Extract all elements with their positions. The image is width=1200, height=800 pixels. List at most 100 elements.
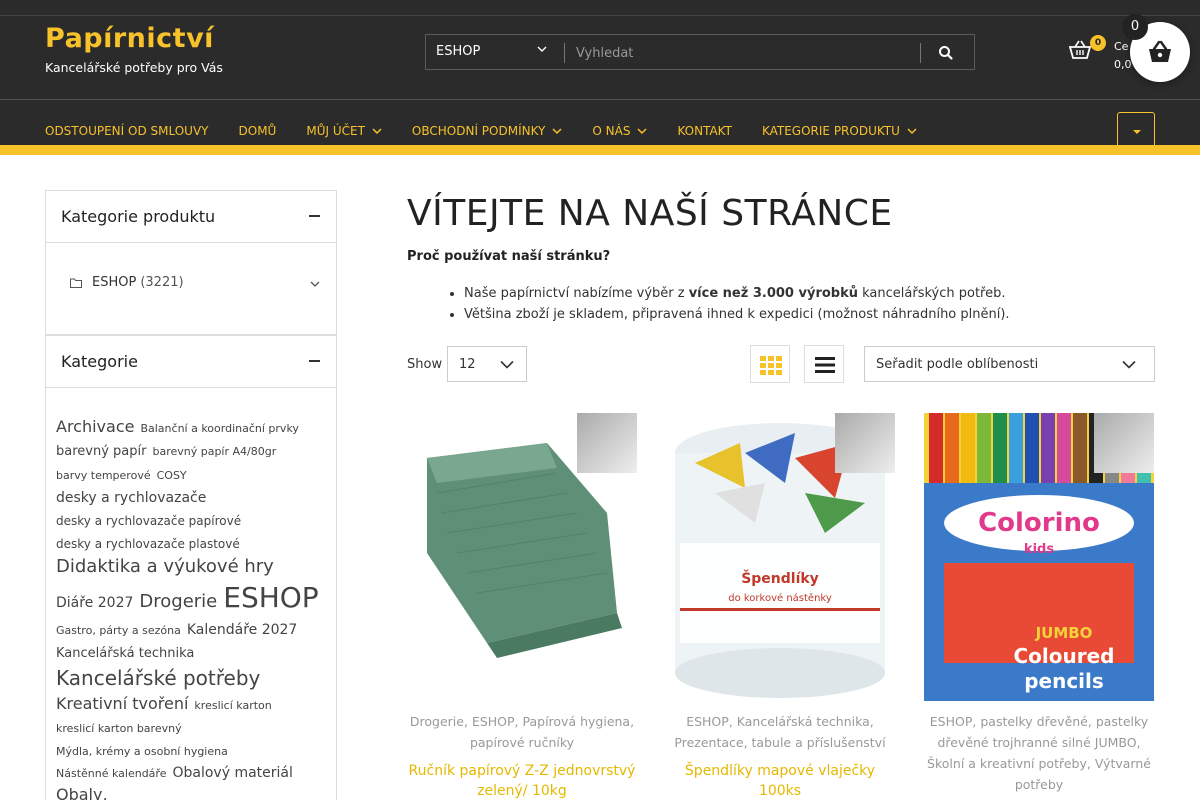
intro-question: Proč používat naší stránku? [407,249,611,264]
category-link[interactable]: Prezentace [674,735,743,750]
product-corner-overlay [835,413,895,473]
tag-link[interactable]: Archivace [56,417,134,436]
list-icon [815,357,835,373]
nav-item-domu[interactable]: DOMŮ [239,123,277,139]
svg-text:Coloured: Coloured [1014,644,1115,668]
product-image[interactable]: Colorino kids JUMBO Coloured pencils [924,413,1154,701]
tag-link[interactable]: Nástěnné kalendáře [56,768,166,781]
category-link[interactable]: Kancelářská technika [737,714,870,729]
chevron-down-icon [552,128,562,135]
category-link[interactable]: tabule a příslušenství [752,735,886,750]
tag-link[interactable]: Kreativní tvoření [56,694,188,713]
tag-link[interactable]: Kancelářská technika [56,646,194,662]
tag-link[interactable]: ESHOP [223,582,318,614]
folder-icon [70,278,82,288]
cart-count-badge: 0 [1090,35,1106,51]
tag-link[interactable]: barevný papír [56,444,146,460]
chevron-down-icon[interactable] [310,281,320,288]
site-title[interactable]: Papírnictví [45,23,214,54]
cart-label[interactable]: Ce [1114,40,1128,53]
widget-product-categories: Kategorie produktu ESHOP (3221) [45,190,337,335]
list-view-button[interactable] [804,345,844,383]
product-card[interactable]: Drogerie, ESHOP, Papírová hygiena, papír… [407,413,637,800]
minus-icon[interactable] [309,360,320,362]
tag-link[interactable]: Mýdla, krémy a osobní hygiena [56,745,228,759]
category-link[interactable]: ESHOP [930,714,973,729]
nav-item-kontakt[interactable]: KONTAKT [677,123,732,139]
product-image[interactable] [407,413,637,701]
per-page-select[interactable]: 12 [447,346,527,382]
nav-label: DOMŮ [238,124,277,138]
tag-link[interactable]: COSY [157,470,187,483]
nav-label: KATEGORIE PRODUKTU [761,124,900,138]
category-link[interactable]: Papírová hygiena [523,714,631,729]
per-page-value: 12 [459,357,476,372]
chevron-down-icon [500,360,514,369]
intro-list: Naše papírnictví nabízíme výběr z více n… [464,286,1010,328]
tag-link[interactable]: Didaktika a výukové hry [56,556,274,578]
widget-title: Kategorie produktu [61,207,216,226]
category-link[interactable]: Školní a kreativní potřeby [927,756,1087,771]
tag-link[interactable]: Obalový materiál [172,765,292,781]
tag-link[interactable]: Obaly, [56,785,108,800]
widget-categories: Kategorie Archivace Balanční a koordinačn… [45,335,337,800]
category-label: ESHOP [92,275,137,290]
bullet-text: Naše papírnictví nabízíme výběr z [464,286,689,301]
category-link[interactable]: ESHOP [472,714,515,729]
category-count: (3221) [140,275,184,290]
nav-label: O NÁS [592,124,631,138]
search-category-select[interactable]: ESHOP [436,44,480,59]
nav-item-o-nas[interactable]: O NÁS [592,123,647,139]
category-link[interactable]: papírové ručníky [470,735,574,750]
nav-item-obchodni-podminky[interactable]: OBCHODNÍ PODMÍNKY [412,123,562,139]
tag-link[interactable]: desky a rychlovazače papírové [56,514,241,529]
nav-item-kategorie-produktu[interactable]: KATEGORIE PRODUKTU [762,123,917,139]
category-item-eshop[interactable]: ESHOP (3221) [70,275,184,290]
product-categories: Drogerie, ESHOP, Papírová hygiena, papír… [409,714,635,750]
bullet-bold: více než 3.000 výrobků [688,286,858,301]
category-link[interactable]: pastelky dřevěné [980,714,1088,729]
category-link[interactable]: Drogerie [410,714,464,729]
tag-link[interactable]: Gastro, párty a sezóna [56,624,181,638]
show-label: Show [407,357,443,372]
search-icon[interactable] [934,41,958,65]
tag-link[interactable]: kreslicí karton [194,699,271,713]
category-link[interactable]: ESHOP [686,714,729,729]
chevron-down-icon[interactable] [536,43,548,55]
nav-item-muj-ucet[interactable]: MŮJ ÚČET [306,123,382,139]
minus-icon[interactable] [309,215,320,217]
tag-link[interactable]: desky a rychlovazače [56,490,206,506]
tag-link[interactable]: Kancelářské potřeby [56,666,260,690]
widget-title: Kategorie [61,352,138,371]
product-name[interactable]: Špendlíky mapové vlaječky 100ks [665,761,895,800]
tag-link[interactable]: desky a rychlovazače plastové [56,537,240,552]
top-strip [0,0,1200,16]
product-name[interactable]: Ručník papírový Z-Z jednovrstvý zelený/ … [407,761,637,800]
divider [0,99,1200,100]
chevron-down-icon [637,128,647,135]
tag-link[interactable]: kreslicí karton barevný [56,722,182,736]
svg-text:Špendlíky: Špendlíky [741,569,819,587]
product-card[interactable]: Colorino kids JUMBO Coloured pencils ESH… [924,413,1154,800]
site-header: Papírnictví Kancelářské potřeby pro Vás … [0,16,1200,150]
sort-value: Seřadit podle oblíbenosti [876,357,1039,372]
tag-link[interactable]: Diáře 2027 [56,595,133,611]
widget-header[interactable]: Kategorie [46,336,336,388]
product-image[interactable]: Špendlíky do korkové nástěnky [665,413,895,701]
grid-view-button[interactable] [750,345,790,383]
product-card[interactable]: Špendlíky do korkové nástěnky ESHOP, Kan… [665,413,895,800]
svg-text:do korkové nástěnky: do korkové nástěnky [728,592,832,604]
nav-label: KONTAKT [677,124,732,138]
basket-icon[interactable] [1069,40,1091,60]
tag-link[interactable]: Balanční a koordinační prvky [140,422,298,436]
widget-header[interactable]: Kategorie produktu [46,191,336,243]
search-input[interactable] [576,42,906,64]
tag-link[interactable]: Kalendáře 2027 [187,622,298,638]
tag-link[interactable]: barvy temperové [56,470,151,483]
tag-link[interactable]: barevný papír A4/80gr [152,446,276,459]
list-item: Naše papírnictví nabízíme výběr z více n… [464,286,1010,301]
tag-link[interactable]: Drogerie [139,592,217,613]
nav-item-odstoupeni[interactable]: ODSTOUPENÍ OD SMLOUVY [45,123,209,139]
product-categories: ESHOP, pastelky dřevěné, pastelky dřevěn… [927,714,1151,792]
sort-select[interactable]: Seřadit podle oblíbenosti [864,346,1155,382]
